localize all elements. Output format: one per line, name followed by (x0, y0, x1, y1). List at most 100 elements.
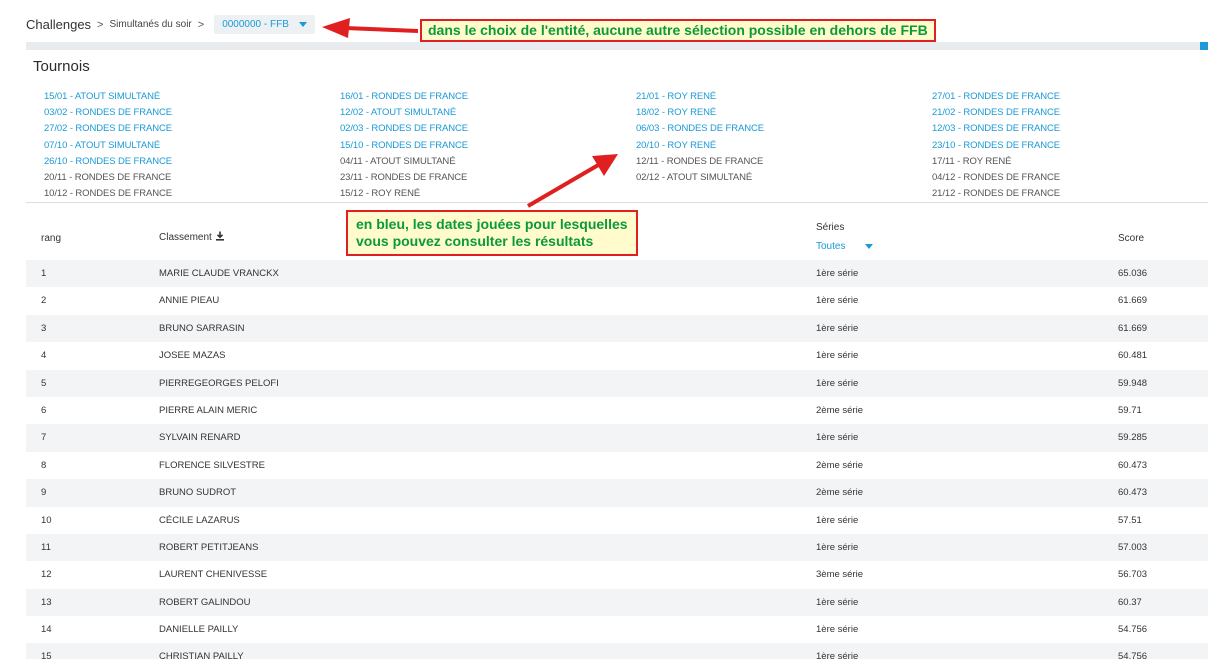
cell-serie: 1ère série (816, 350, 859, 362)
cell-score: 56.703 (1118, 569, 1148, 581)
cell-rank: 13 (41, 596, 52, 608)
tournament-link[interactable]: 27/01 - RONDES DE FRANCE (932, 89, 1208, 105)
cell-serie: 1ère série (816, 377, 859, 389)
cell-name: PIERREGEORGES PELOFI (159, 377, 279, 389)
tournament-column: 16/01 - RONDES DE FRANCE 12/02 - ATOUT SI… (340, 89, 620, 202)
cell-rank: 11 (41, 541, 51, 553)
header-rank: rang (41, 233, 62, 244)
cell-name: BRUNO SARRASIN (159, 322, 245, 334)
cell-serie: 1ère série (816, 514, 859, 526)
tournament-link[interactable]: 12/03 - RONDES DE FRANCE (932, 121, 1208, 137)
entity-select-value: 0000000 - FFB (222, 19, 289, 30)
table-row[interactable]: 3 BRUNO SARRASIN 1ère série 61.669 (26, 314, 1208, 343)
table-row[interactable]: 9 BRUNO SUDROT 2ème série 60.473 (26, 479, 1208, 507)
cell-score: 60.481 (1118, 350, 1148, 362)
series-select[interactable]: Toutes (816, 241, 874, 252)
header-series: Séries (816, 222, 845, 233)
table-row[interactable]: 2 ANNIE PIEAU 1ère série 61.669 (26, 287, 1208, 314)
cell-name: ROBERT PETITJEANS (159, 541, 259, 553)
cell-score: 59.71 (1118, 404, 1142, 416)
tournament-link[interactable]: 12/02 - ATOUT SIMULTANÉ (340, 105, 620, 121)
cell-name: JOSEE MAZAS (159, 350, 226, 362)
cell-rank: 5 (41, 377, 47, 389)
breadcrumb-section[interactable]: Simultanés du soir (109, 19, 191, 30)
tournament-link[interactable]: 18/02 - ROY RENÉ (636, 105, 916, 121)
tournament-link[interactable]: 27/02 - RONDES DE FRANCE (44, 121, 324, 137)
table-row[interactable]: 1 MARIE CLAUDE VRANCKX 1ère série 65.036 (26, 260, 1208, 288)
cell-rank: 15 (41, 651, 52, 659)
cell-score: 54.756 (1118, 624, 1148, 636)
cell-name: ANNIE PIEAU (159, 295, 220, 307)
table-row[interactable]: 5 PIERREGEORGES PELOFI 1ère série 59.948 (26, 369, 1208, 397)
cell-name: LAURENT CHENIVESSE (159, 569, 268, 581)
table-row[interactable]: 4 JOSEE MAZAS 1ère série 60.481 (26, 342, 1208, 369)
cell-name: PIERRE ALAIN MERIC (159, 404, 258, 416)
annotation-dates-line1: en bleu, les dates jouées pour lesquelle… (356, 216, 628, 232)
cell-rank: 3 (41, 322, 47, 334)
cell-score: 61.669 (1118, 322, 1148, 334)
download-icon[interactable] (215, 231, 225, 241)
cell-rank: 4 (41, 350, 47, 362)
cell-rank: 14 (41, 624, 52, 636)
table-row[interactable]: 6 PIERRE ALAIN MERIC 2ème série 59.71 (26, 397, 1208, 424)
cell-serie: 1ère série (816, 541, 859, 553)
series-filter: Séries Toutes (816, 222, 874, 252)
tournament-item: 23/11 - RONDES DE FRANCE (340, 171, 468, 183)
cell-rank: 12 (41, 569, 52, 581)
cell-serie: 2ème série (816, 487, 863, 499)
table-row[interactable]: 8 FLORENCE SILVESTRE 2ème série 60.473 (26, 452, 1208, 479)
table-row[interactable]: 14 DANIELLE PAILLY 1ère série 54.756 (26, 616, 1208, 643)
tournament-link[interactable]: 15/10 - RONDES DE FRANCE (340, 138, 620, 154)
tournament-link[interactable]: 07/10 - ATOUT SIMULTANÉ (44, 138, 324, 154)
cell-serie: 1ère série (816, 295, 859, 307)
tournament-link[interactable]: 23/10 - RONDES DE FRANCE (932, 138, 1208, 154)
tournament-item: 12/11 - RONDES DE FRANCE (636, 155, 764, 167)
tournament-link[interactable]: 15/01 - ATOUT SIMULTANÉ (44, 89, 324, 105)
tournament-column: 21/01 - ROY RENÉ 18/02 - ROY RENÉ 06/03 - … (636, 89, 916, 186)
tournament-item: 04/12 - RONDES DE FRANCE (932, 171, 1060, 183)
table-row[interactable]: 10 CÉCILE LAZARUS 1ère série 57.51 (26, 507, 1208, 534)
cell-serie: 2ème série (816, 459, 863, 471)
tournament-link[interactable]: 02/03 - RONDES DE FRANCE (340, 121, 620, 137)
tournament-link[interactable]: 06/03 - RONDES DE FRANCE (636, 121, 916, 137)
tournament-link[interactable]: 26/10 - RONDES DE FRANCE (44, 154, 324, 170)
cell-score: 60.37 (1118, 596, 1142, 608)
table-row[interactable]: 7 SYLVAIN RENARD 1ère série 59.285 (26, 424, 1208, 452)
cell-score: 54.756 (1118, 651, 1148, 659)
cell-score: 60.473 (1118, 487, 1148, 499)
tournament-item: 02/12 - ATOUT SIMULTANÉ (636, 171, 753, 183)
entity-select[interactable]: 0000000 - FFB (214, 15, 315, 34)
cell-serie: 1ère série (816, 432, 859, 444)
table-row[interactable]: 13 ROBERT GALINDOU 1ère série 60.37 (26, 588, 1208, 617)
table-row[interactable]: 12 LAURENT CHENIVESSE 3ème série 56.703 (26, 561, 1208, 588)
cell-name: ROBERT GALINDOU (159, 596, 251, 608)
tournament-link[interactable]: 21/01 - ROY RENÉ (636, 89, 916, 105)
tournament-column: 15/01 - ATOUT SIMULTANÉ 03/02 - RONDES DE… (44, 89, 324, 202)
cell-score: 61.669 (1118, 295, 1148, 307)
cell-score: 59.285 (1118, 432, 1148, 444)
cell-name: DANIELLE PAILLY (159, 624, 239, 636)
tournament-link[interactable]: 20/10 - ROY RENÉ (636, 138, 916, 154)
tournament-item: 17/11 - ROY RENÉ (932, 155, 1012, 167)
cell-score: 57.003 (1118, 541, 1148, 553)
cell-serie: 1ère série (816, 651, 859, 659)
chevron-down-icon (865, 244, 874, 249)
cell-score: 59.948 (1118, 377, 1148, 389)
cell-rank: 10 (41, 514, 52, 526)
tournament-item: 15/12 - ROY RENÉ (340, 188, 421, 200)
tournament-link[interactable]: 21/02 - RONDES DE FRANCE (932, 105, 1208, 121)
cell-rank: 2 (41, 295, 47, 307)
cell-serie: 1ère série (816, 596, 859, 608)
header-score: Score (1118, 233, 1145, 244)
tournament-link[interactable]: 03/02 - RONDES DE FRANCE (44, 105, 324, 121)
breadcrumb-separator: > (97, 18, 104, 31)
cell-rank: 8 (41, 459, 47, 471)
table-row[interactable]: 15 CHRISTIAN PAILLY 1ère série 54.756 (26, 643, 1208, 659)
tournament-item: 20/11 - RONDES DE FRANCE (44, 171, 172, 183)
tournament-link[interactable]: 16/01 - RONDES DE FRANCE (340, 89, 620, 105)
table-row[interactable]: 11 ROBERT PETITJEANS 1ère série 57.003 (26, 533, 1208, 562)
breadcrumb-challenges[interactable]: Challenges (26, 17, 91, 32)
tournament-column: 27/01 - RONDES DE FRANCE 21/02 - RONDES D… (932, 89, 1208, 202)
header-classement[interactable]: Classement (159, 231, 225, 243)
tournois-title: Tournois (33, 58, 90, 75)
